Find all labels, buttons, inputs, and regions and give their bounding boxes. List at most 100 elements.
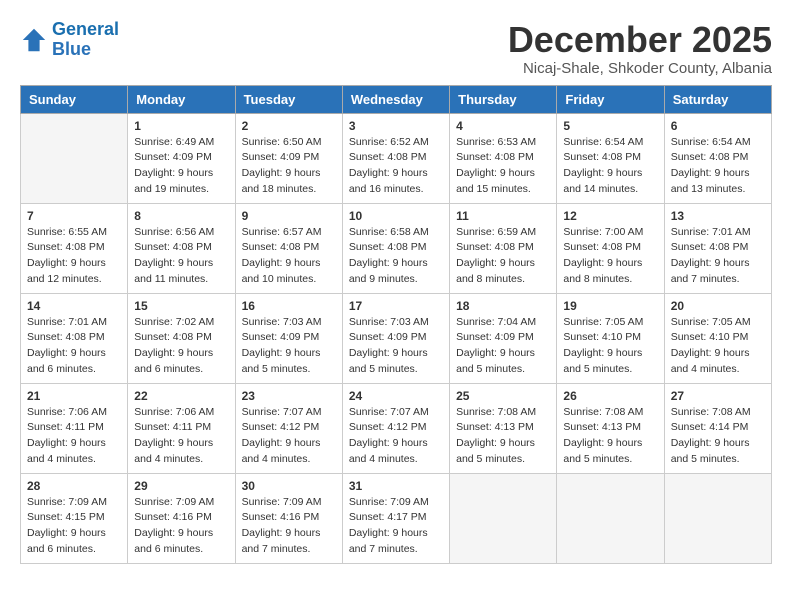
- weekday-header-saturday: Saturday: [664, 85, 771, 113]
- day-info: Sunrise: 7:04 AM Sunset: 4:09 PM Dayligh…: [456, 315, 550, 378]
- day-number: 23: [242, 389, 336, 403]
- calendar-header-row: SundayMondayTuesdayWednesdayThursdayFrid…: [21, 85, 772, 113]
- day-number: 7: [27, 209, 121, 223]
- calendar-cell: 7 Sunrise: 6:55 AM Sunset: 4:08 PM Daylig…: [21, 203, 128, 293]
- calendar-cell: 23Sunrise: 7:07 AM Sunset: 4:12 PM Dayli…: [235, 383, 342, 473]
- day-info: Sunrise: 6:50 AM Sunset: 4:09 PM Dayligh…: [242, 135, 336, 198]
- day-number: 28: [27, 479, 121, 493]
- calendar-cell: 27 Sunrise: 7:08 AM Sunset: 4:14 PM Dayli…: [664, 383, 771, 473]
- calendar-cell: 31 Sunrise: 7:09 AM Sunset: 4:17 PM Dayli…: [342, 473, 449, 563]
- calendar-cell: 24 Sunrise: 7:07 AM Sunset: 4:12 PM Dayli…: [342, 383, 449, 473]
- calendar-body: 1 Sunrise: 6:49 AM Sunset: 4:09 PM Daylig…: [21, 113, 772, 563]
- calendar-cell: 2 Sunrise: 6:50 AM Sunset: 4:09 PM Daylig…: [235, 113, 342, 203]
- day-number: 22: [134, 389, 228, 403]
- calendar-cell: 6Sunrise: 6:54 AM Sunset: 4:08 PM Daylig…: [664, 113, 771, 203]
- day-info: Sunrise: 6:55 AM Sunset: 4:08 PM Dayligh…: [27, 225, 121, 288]
- calendar-cell: 15 Sunrise: 7:02 AM Sunset: 4:08 PM Dayli…: [128, 293, 235, 383]
- day-info: Sunrise: 6:54 AM Sunset: 4:08 PM Dayligh…: [563, 135, 657, 198]
- calendar-cell: 11Sunrise: 6:59 AM Sunset: 4:08 PM Dayli…: [450, 203, 557, 293]
- day-info: Sunrise: 7:02 AM Sunset: 4:08 PM Dayligh…: [134, 315, 228, 378]
- weekday-header-tuesday: Tuesday: [235, 85, 342, 113]
- calendar-cell: 9 Sunrise: 6:57 AM Sunset: 4:08 PM Daylig…: [235, 203, 342, 293]
- day-info: Sunrise: 7:00 AM Sunset: 4:08 PM Dayligh…: [563, 225, 657, 288]
- weekday-header-thursday: Thursday: [450, 85, 557, 113]
- calendar-cell: 28 Sunrise: 7:09 AM Sunset: 4:15 PM Dayli…: [21, 473, 128, 563]
- day-info: Sunrise: 6:49 AM Sunset: 4:09 PM Dayligh…: [134, 135, 228, 198]
- day-number: 26: [563, 389, 657, 403]
- location-subtitle: Nicaj-Shale, Shkoder County, Albania: [508, 60, 772, 77]
- calendar-cell: 25 Sunrise: 7:08 AM Sunset: 4:13 PM Dayli…: [450, 383, 557, 473]
- calendar-cell: 5Sunrise: 6:54 AM Sunset: 4:08 PM Daylig…: [557, 113, 664, 203]
- day-number: 12: [563, 209, 657, 223]
- day-info: Sunrise: 7:09 AM Sunset: 4:16 PM Dayligh…: [134, 495, 228, 558]
- day-number: 17: [349, 299, 443, 313]
- day-info: Sunrise: 7:09 AM Sunset: 4:15 PM Dayligh…: [27, 495, 121, 558]
- day-info: Sunrise: 7:06 AM Sunset: 4:11 PM Dayligh…: [134, 405, 228, 468]
- day-info: Sunrise: 7:08 AM Sunset: 4:14 PM Dayligh…: [671, 405, 765, 468]
- day-number: 27: [671, 389, 765, 403]
- calendar-week-3: 14 Sunrise: 7:01 AM Sunset: 4:08 PM Dayli…: [21, 293, 772, 383]
- day-number: 8: [134, 209, 228, 223]
- day-info: Sunrise: 6:54 AM Sunset: 4:08 PM Dayligh…: [671, 135, 765, 198]
- calendar-cell: 30 Sunrise: 7:09 AM Sunset: 4:16 PM Dayli…: [235, 473, 342, 563]
- day-number: 25: [456, 389, 550, 403]
- day-info: Sunrise: 7:03 AM Sunset: 4:09 PM Dayligh…: [242, 315, 336, 378]
- calendar-table: SundayMondayTuesdayWednesdayThursdayFrid…: [20, 85, 772, 564]
- calendar-cell: 4 Sunrise: 6:53 AM Sunset: 4:08 PM Daylig…: [450, 113, 557, 203]
- day-number: 9: [242, 209, 336, 223]
- day-info: Sunrise: 6:58 AM Sunset: 4:08 PM Dayligh…: [349, 225, 443, 288]
- calendar-cell: [450, 473, 557, 563]
- logo-text: General Blue: [52, 20, 119, 60]
- weekday-header-sunday: Sunday: [21, 85, 128, 113]
- day-info: Sunrise: 6:52 AM Sunset: 4:08 PM Dayligh…: [349, 135, 443, 198]
- day-info: Sunrise: 7:09 AM Sunset: 4:16 PM Dayligh…: [242, 495, 336, 558]
- calendar-cell: 12 Sunrise: 7:00 AM Sunset: 4:08 PM Dayli…: [557, 203, 664, 293]
- day-number: 4: [456, 119, 550, 133]
- day-info: Sunrise: 7:01 AM Sunset: 4:08 PM Dayligh…: [27, 315, 121, 378]
- calendar-cell: 29 Sunrise: 7:09 AM Sunset: 4:16 PM Dayli…: [128, 473, 235, 563]
- calendar-cell: [21, 113, 128, 203]
- logo: General Blue: [20, 20, 119, 60]
- day-info: Sunrise: 6:56 AM Sunset: 4:08 PM Dayligh…: [134, 225, 228, 288]
- day-info: Sunrise: 7:06 AM Sunset: 4:11 PM Dayligh…: [27, 405, 121, 468]
- weekday-header-monday: Monday: [128, 85, 235, 113]
- calendar-cell: [557, 473, 664, 563]
- day-info: Sunrise: 7:09 AM Sunset: 4:17 PM Dayligh…: [349, 495, 443, 558]
- day-number: 24: [349, 389, 443, 403]
- day-info: Sunrise: 6:59 AM Sunset: 4:08 PM Dayligh…: [456, 225, 550, 288]
- day-number: 14: [27, 299, 121, 313]
- day-info: Sunrise: 6:57 AM Sunset: 4:08 PM Dayligh…: [242, 225, 336, 288]
- page-header: General Blue December 2025 Nicaj-Shale, …: [20, 20, 772, 77]
- day-info: Sunrise: 7:07 AM Sunset: 4:12 PM Dayligh…: [349, 405, 443, 468]
- day-number: 18: [456, 299, 550, 313]
- day-number: 1: [134, 119, 228, 133]
- calendar-week-2: 7 Sunrise: 6:55 AM Sunset: 4:08 PM Daylig…: [21, 203, 772, 293]
- day-number: 31: [349, 479, 443, 493]
- calendar-week-4: 21Sunrise: 7:06 AM Sunset: 4:11 PM Dayli…: [21, 383, 772, 473]
- day-number: 16: [242, 299, 336, 313]
- day-number: 10: [349, 209, 443, 223]
- day-info: Sunrise: 7:03 AM Sunset: 4:09 PM Dayligh…: [349, 315, 443, 378]
- day-number: 19: [563, 299, 657, 313]
- day-info: Sunrise: 6:53 AM Sunset: 4:08 PM Dayligh…: [456, 135, 550, 198]
- day-number: 29: [134, 479, 228, 493]
- calendar-cell: 13Sunrise: 7:01 AM Sunset: 4:08 PM Dayli…: [664, 203, 771, 293]
- day-number: 13: [671, 209, 765, 223]
- day-number: 15: [134, 299, 228, 313]
- weekday-header-wednesday: Wednesday: [342, 85, 449, 113]
- day-info: Sunrise: 7:05 AM Sunset: 4:10 PM Dayligh…: [671, 315, 765, 378]
- calendar-cell: 8 Sunrise: 6:56 AM Sunset: 4:08 PM Daylig…: [128, 203, 235, 293]
- calendar-week-5: 28 Sunrise: 7:09 AM Sunset: 4:15 PM Dayli…: [21, 473, 772, 563]
- day-number: 2: [242, 119, 336, 133]
- calendar-cell: 10 Sunrise: 6:58 AM Sunset: 4:08 PM Dayli…: [342, 203, 449, 293]
- month-title: December 2025: [508, 20, 772, 60]
- day-info: Sunrise: 7:08 AM Sunset: 4:13 PM Dayligh…: [456, 405, 550, 468]
- day-info: Sunrise: 7:05 AM Sunset: 4:10 PM Dayligh…: [563, 315, 657, 378]
- day-number: 30: [242, 479, 336, 493]
- day-number: 3: [349, 119, 443, 133]
- calendar-cell: 17 Sunrise: 7:03 AM Sunset: 4:09 PM Dayli…: [342, 293, 449, 383]
- calendar-cell: 19 Sunrise: 7:05 AM Sunset: 4:10 PM Dayli…: [557, 293, 664, 383]
- logo-icon: [20, 26, 48, 54]
- day-info: Sunrise: 7:08 AM Sunset: 4:13 PM Dayligh…: [563, 405, 657, 468]
- calendar-cell: 22 Sunrise: 7:06 AM Sunset: 4:11 PM Dayli…: [128, 383, 235, 473]
